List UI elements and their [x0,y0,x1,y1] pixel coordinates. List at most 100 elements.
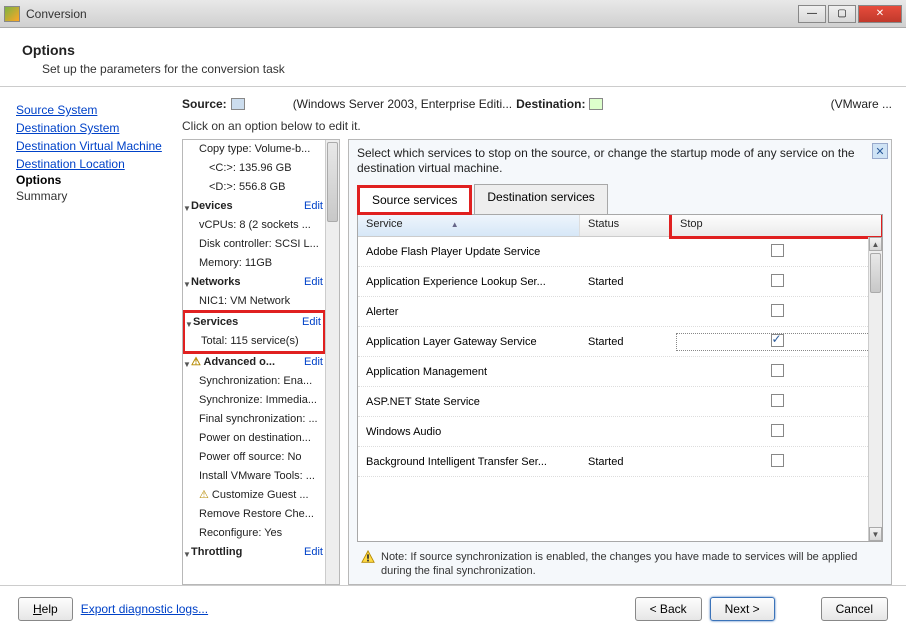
wizard-nav: Source System Destination System Destina… [14,97,172,585]
tab-source-services[interactable]: Source services [357,185,472,215]
cell-stop[interactable] [672,304,882,320]
table-row[interactable]: ASP.NET State Service [358,387,882,417]
tree-item: <C:>: 135.96 GB [183,159,325,178]
stop-checkbox[interactable] [771,274,784,287]
tree-item: Final synchronization: ... [183,410,325,429]
cell-service: Application Layer Gateway Service [358,336,580,348]
tree-item: Power on destination... [183,429,325,448]
tree-item: Synchronization: Ena... [183,372,325,391]
window-title: Conversion [26,7,798,21]
cell-stop[interactable] [672,244,882,260]
tree-group[interactable]: ▼⚠ Advanced o...Edit [183,353,325,372]
nav-destination-location[interactable]: Destination Location [16,155,170,173]
tab-destination-services[interactable]: Destination services [474,184,607,214]
tree-item: Remove Restore Che... [183,505,325,524]
cell-service: Application Management [358,366,580,378]
tree-item: Synchronize: Immedia... [183,391,325,410]
table-header: Service▲ Status Stop [358,215,882,237]
destination-icon [589,98,603,110]
tree-scroll-thumb[interactable] [327,142,338,222]
sync-note: Note: If source synchronization is enabl… [357,548,883,578]
stop-checkbox[interactable] [771,364,784,377]
cell-status: Started [580,276,672,288]
table-row[interactable]: Application Layer Gateway ServiceStarted [358,327,882,357]
tree-item: Copy type: Volume-b... [183,140,325,159]
destination-value: (VMware ... [831,97,892,111]
main-content: Source: (Windows Server 2003, Enterprise… [182,97,892,585]
scroll-up-icon[interactable]: ▲ [869,237,882,251]
edit-link[interactable]: Edit [304,198,323,215]
stop-checkbox[interactable] [771,304,784,317]
table-row[interactable]: Application Experience Lookup Ser...Star… [358,267,882,297]
cancel-button[interactable]: Cancel [821,597,888,621]
stop-checkbox[interactable] [771,244,784,257]
table-row[interactable]: Application Management [358,357,882,387]
edit-link[interactable]: Edit [304,354,323,371]
edit-hint: Click on an option below to edit it. [182,119,892,133]
edit-link[interactable]: Edit [302,314,321,331]
page-title: Options [22,42,884,58]
table-row[interactable]: Alerter [358,297,882,327]
nav-options: Options [16,173,61,187]
nav-destination-system[interactable]: Destination System [16,119,170,137]
tree-group[interactable]: ▼ThrottlingEdit [183,543,325,562]
panels: Copy type: Volume-b...<C:>: 135.96 GB<D:… [182,139,892,585]
maximize-button[interactable]: ▢ [828,5,856,23]
next-button[interactable]: Next > [710,597,775,621]
tree-item: Memory: 11GB [183,254,325,273]
tree-scrollbar[interactable] [325,140,339,584]
source-label: Source: [182,97,227,111]
nav-source-system[interactable]: Source System [16,101,170,119]
minimize-button[interactable]: — [798,5,826,23]
table-row[interactable]: Background Intelligent Transfer Ser...St… [358,447,882,477]
tree-item: ⚠ Customize Guest ... [183,486,325,505]
cell-status: Started [580,456,672,468]
scroll-down-icon[interactable]: ▼ [869,527,882,541]
cell-service: ASP.NET State Service [358,396,580,408]
close-button[interactable]: ✕ [858,5,902,23]
cell-service: Windows Audio [358,426,580,438]
edit-link[interactable]: Edit [304,544,323,561]
tree-group[interactable]: ▼DevicesEdit [183,197,325,216]
tree-group[interactable]: ▼NetworksEdit [183,273,325,292]
panel-close-icon[interactable]: ✕ [872,143,888,159]
back-button[interactable]: < Back [635,597,702,621]
edit-link[interactable]: Edit [304,274,323,291]
tree-item: Power off source: No [183,448,325,467]
stop-checkbox[interactable] [771,424,784,437]
warning-icon [361,550,375,564]
col-service[interactable]: Service▲ [358,215,580,236]
tree-item: Reconfigure: Yes [183,524,325,543]
cell-stop[interactable] [672,274,882,290]
wizard-footer: Help Export diagnostic logs... < Back Ne… [0,585,906,631]
source-dest-row: Source: (Windows Server 2003, Enterprise… [182,97,892,119]
body: Source System Destination System Destina… [0,87,906,585]
tree-item: <D:>: 556.8 GB [183,178,325,197]
nav-destination-vm[interactable]: Destination Virtual Machine [16,137,170,155]
col-status[interactable]: Status [580,215,672,236]
table-row[interactable]: Windows Audio [358,417,882,447]
table-row[interactable]: Adobe Flash Player Update Service [358,237,882,267]
table-scroll-thumb[interactable] [870,253,881,293]
destination-label: Destination: [516,97,585,111]
col-stop[interactable]: Stop [672,215,882,236]
source-value: (Windows Server 2003, Enterprise Editi..… [293,97,512,111]
export-logs-link[interactable]: Export diagnostic logs... [81,602,208,616]
cell-stop[interactable] [672,364,882,380]
options-tree: Copy type: Volume-b...<C:>: 135.96 GB<D:… [182,139,340,585]
app-icon [4,6,20,22]
cell-stop[interactable] [672,454,882,470]
help-button[interactable]: Help [18,597,73,621]
titlebar: Conversion — ▢ ✕ [0,0,906,28]
cell-stop[interactable] [672,394,882,410]
stop-checkbox[interactable] [771,394,784,407]
tree-item: Disk controller: SCSI L... [183,235,325,254]
stop-checkbox[interactable] [771,334,784,347]
services-panel: ✕ Select which services to stop on the s… [348,139,892,585]
cell-stop[interactable] [672,424,882,440]
stop-checkbox[interactable] [771,454,784,467]
cell-stop[interactable] [676,333,878,351]
tree-group[interactable]: ▼ServicesEdit [185,313,323,332]
services-tabs: Source services Destination services [357,184,883,215]
table-scrollbar[interactable]: ▲ ▼ [868,237,882,541]
